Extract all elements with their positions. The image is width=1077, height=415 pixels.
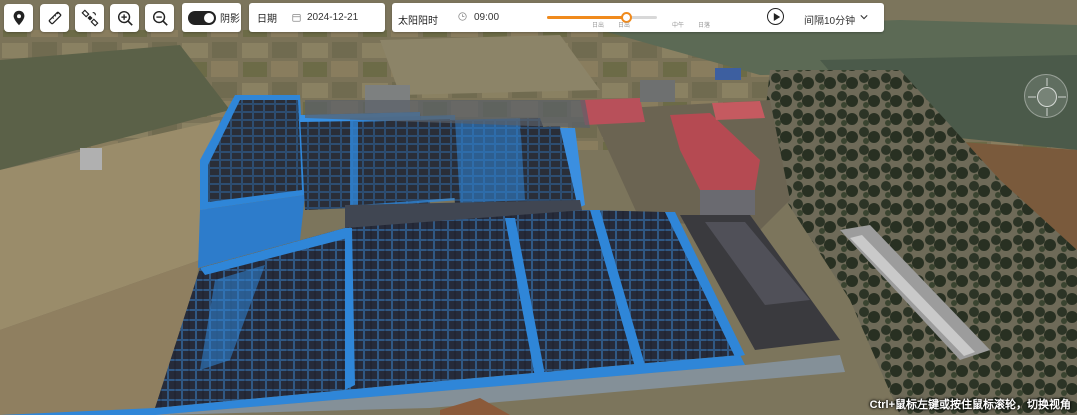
satellite-button[interactable] (75, 4, 104, 32)
zoom-in-button[interactable] (110, 4, 139, 32)
slider-tick-label: 日落 (698, 23, 711, 29)
aerial-3d-scene[interactable] (0, 0, 1077, 415)
date-input[interactable]: 2024-12-21 (307, 12, 358, 23)
interval-select[interactable]: 间隔10分钟 (804, 12, 855, 27)
sun-time-input[interactable]: 09:00 (474, 12, 499, 23)
slider-tick-label: 日出 (618, 23, 631, 29)
zoom-in-icon (117, 10, 133, 26)
shadow-toggle-label: 阴影 (220, 14, 240, 25)
calendar-icon (292, 14, 301, 22)
play-icon (773, 12, 780, 21)
shadow-toggle[interactable] (188, 10, 216, 25)
sun-time-label: 太阳阳时 (398, 16, 438, 27)
satellite-icon (80, 9, 99, 27)
play-button[interactable] (767, 8, 784, 25)
view-hint-text: Ctrl+鼠标左键或按住鼠标滚轮，切换视角 (869, 399, 1071, 411)
sun-time-panel: 太阳阳时 09:00 日出 日出 中午 日落 间隔10分钟 (392, 3, 884, 32)
clock-icon (458, 12, 467, 21)
date-label: 日期 (257, 14, 277, 25)
ruler-icon (48, 11, 61, 25)
compass-control[interactable] (1024, 74, 1068, 118)
date-panel: 日期 2024-12-21 (249, 3, 385, 32)
shadow-toggle-panel: 阴影 (182, 3, 241, 32)
slider-tick-label: 中午 (672, 23, 685, 29)
sun-time-slider-fill (547, 16, 627, 19)
location-pin-button[interactable] (4, 4, 33, 32)
slider-tick-label: 日出 (592, 23, 605, 29)
location-pin-icon (13, 10, 24, 26)
zoom-out-button[interactable] (145, 4, 174, 32)
ruler-button[interactable] (40, 4, 69, 32)
chevron-down-icon[interactable] (860, 13, 868, 21)
compass-center[interactable] (1037, 87, 1057, 107)
sun-time-slider[interactable] (547, 12, 657, 23)
zoom-out-icon (152, 10, 168, 26)
